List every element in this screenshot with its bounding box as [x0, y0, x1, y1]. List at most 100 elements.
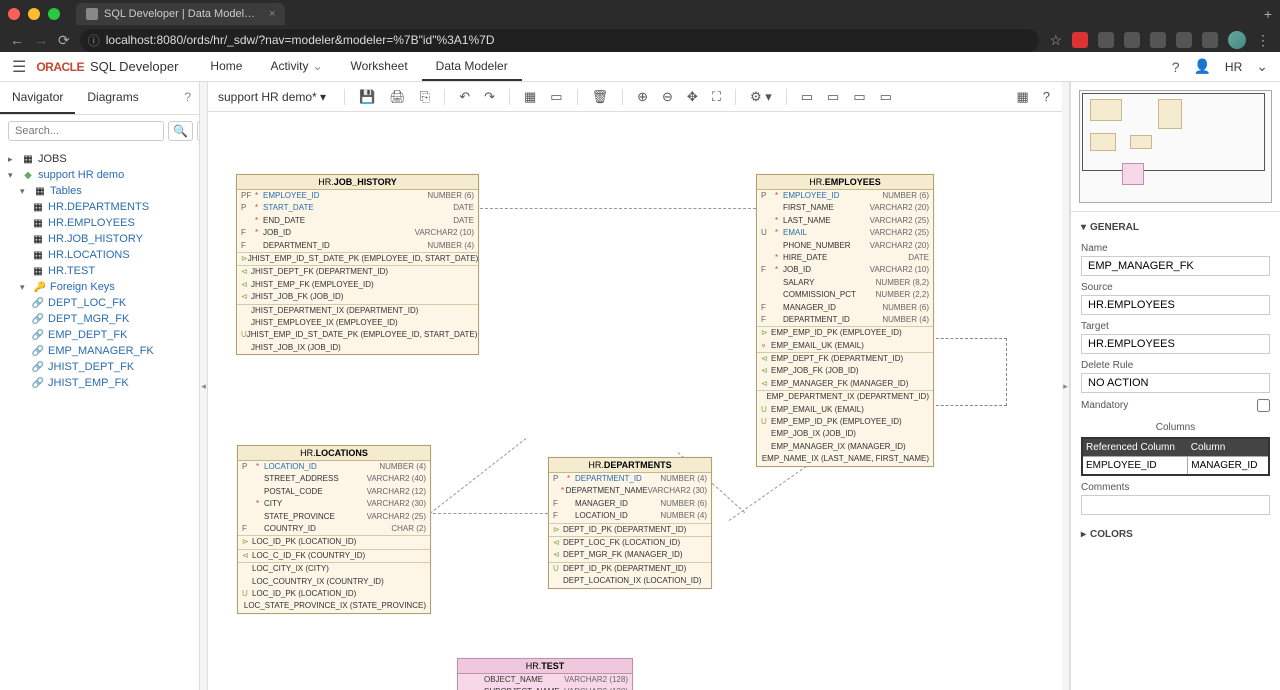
delete-icon[interactable]: 🗑 [590, 87, 611, 107]
entity-index[interactable]: UDEPT_ID_PK (DEPARTMENT_ID) [549, 563, 711, 575]
right-collapse-handle[interactable]: ▸ [1062, 82, 1070, 690]
entity-locations[interactable]: HR.LOCATIONSP*LOCATION_IDNUMBER (4)STREE… [237, 445, 431, 614]
nav-tab-home[interactable]: Home [196, 52, 256, 81]
tree-item-table[interactable]: ▦HR.DEPARTMENTS [8, 199, 191, 215]
entity-constraint[interactable]: ⊳DEPT_ID_PK (DEPARTMENT_ID) [549, 524, 711, 536]
entity-job-history[interactable]: HR.JOB_HISTORYPF*EMPLOYEE_IDNUMBER (6)P*… [236, 174, 479, 355]
export-icon[interactable]: ⎘ [418, 87, 432, 107]
entity-index[interactable]: EMP_JOB_IX (JOB_ID) [757, 428, 933, 440]
browser-menu-icon[interactable]: ⋮ [1256, 32, 1270, 49]
entity-fk[interactable]: ⊲EMP_JOB_FK (JOB_ID) [757, 365, 933, 377]
entity-index[interactable]: LOC_CITY_IX (CITY) [238, 563, 430, 575]
window-close-icon[interactable] [8, 8, 20, 20]
panel-help-icon[interactable]: ? [176, 82, 199, 114]
ddl-icon2[interactable]: ▭ [825, 87, 841, 107]
site-info-icon[interactable]: ⓘ [88, 32, 100, 49]
entity-index[interactable]: LOC_COUNTRY_IX (COUNTRY_ID) [238, 576, 430, 588]
tree-item-table[interactable]: ▦HR.LOCATIONS [8, 247, 191, 263]
new-tab-icon[interactable]: + [1264, 6, 1272, 22]
entity-fk[interactable]: ⊲JHIST_EMP_FK (EMPLOYEE_ID) [237, 279, 478, 291]
entity-fk[interactable]: ⊲JHIST_DEPT_FK (DEPARTMENT_ID) [237, 266, 478, 278]
window-maximize-icon[interactable] [48, 8, 60, 20]
diagram-name[interactable]: support HR demo* ▾ [218, 90, 332, 104]
entity-column[interactable]: SUBOBJECT_NAMEVARCHAR2 (128) [458, 686, 632, 690]
tree-item-fk[interactable]: 🔗EMP_MANAGER_FK [8, 343, 191, 359]
save-icon[interactable]: 💾 [357, 87, 377, 107]
user-menu-chevron-icon[interactable]: ⌄ [1256, 58, 1268, 75]
connector[interactable] [480, 208, 756, 209]
tree-item-fk[interactable]: 🔗JHIST_EMP_FK [8, 375, 191, 391]
entity-fk[interactable]: ⊲EMP_DEPT_FK (DEPARTMENT_ID) [757, 353, 933, 365]
zoom-in-icon[interactable]: ⊕ [635, 87, 650, 107]
entity-index[interactable]: JHIST_EMPLOYEE_IX (EMPLOYEE_ID) [237, 317, 478, 329]
pan-icon[interactable]: ✥ [685, 87, 700, 107]
left-collapse-handle[interactable]: ◂ [200, 82, 208, 690]
entity-column[interactable]: STREET_ADDRESSVARCHAR2 (40) [238, 473, 430, 485]
redo-icon[interactable]: ↷ [482, 87, 497, 107]
entity-fk[interactable]: ⊲JHIST_JOB_FK (JOB_ID) [237, 291, 478, 303]
entity-index[interactable]: UEMP_EMP_ID_PK (EMPLOYEE_ID) [757, 416, 933, 428]
entity-fk[interactable]: ⊲DEPT_LOC_FK (LOCATION_ID) [549, 537, 711, 549]
entity-constraint[interactable]: ⋄EMP_EMAIL_UK (EMAIL) [757, 340, 933, 352]
tree-item-table[interactable]: ▦HR.EMPLOYEES [8, 215, 191, 231]
search-input[interactable] [8, 121, 164, 141]
entity-index[interactable]: LOC_STATE_PROVINCE_IX (STATE_PROVINCE) [238, 600, 430, 612]
ddl-icon[interactable]: ▭ [799, 87, 815, 107]
entity-index[interactable]: UEMP_EMAIL_UK (EMAIL) [757, 404, 933, 416]
connector[interactable] [433, 513, 553, 514]
entity-constraint[interactable]: ⊳LOC_ID_PK (LOCATION_ID) [238, 536, 430, 548]
entity-column[interactable]: *LAST_NAMEVARCHAR2 (25) [757, 215, 933, 227]
prop-input-comments[interactable] [1081, 495, 1270, 515]
window-minimize-icon[interactable] [28, 8, 40, 20]
entity-column[interactable]: U*EMAILVARCHAR2 (25) [757, 227, 933, 239]
tree-item-fk[interactable]: 🔗DEPT_LOC_FK [8, 295, 191, 311]
prop-checkbox-mandatory[interactable] [1257, 399, 1270, 412]
section-colors[interactable]: ▸ COLORS [1081, 525, 1270, 544]
profile-avatar-icon[interactable] [1228, 31, 1246, 49]
entity-test[interactable]: HR.TESTOBJECT_NAMEVARCHAR2 (128)SUBOBJEC… [457, 658, 633, 690]
back-icon[interactable]: ← [10, 32, 24, 48]
extension-icon[interactable] [1150, 32, 1166, 48]
entity-column[interactable]: FCOUNTRY_IDCHAR (2) [238, 523, 430, 535]
minimap[interactable] [1071, 82, 1280, 212]
entity-departments[interactable]: HR.DEPARTMENTSP*DEPARTMENT_IDNUMBER (4)*… [548, 457, 712, 589]
tree-item-table[interactable]: ▦HR.JOB_HISTORY [8, 231, 191, 247]
prop-input-delete-rule[interactable] [1081, 373, 1270, 393]
user-name[interactable]: HR [1225, 60, 1242, 74]
extension-icon[interactable] [1176, 32, 1192, 48]
print-icon[interactable]: 🖨 [387, 87, 408, 107]
entity-fk[interactable]: ⊲LOC_C_ID_FK (COUNTRY_ID) [238, 550, 430, 562]
prop-input-name[interactable] [1081, 256, 1270, 276]
prop-input-target[interactable] [1081, 334, 1270, 354]
entity-index[interactable]: EMP_NAME_IX (LAST_NAME, FIRST_NAME) [757, 453, 933, 465]
entity-column[interactable]: *END_DATEDATE [237, 215, 478, 227]
entity-employees[interactable]: HR.EMPLOYEESP*EMPLOYEE_IDNUMBER (6)FIRST… [756, 174, 934, 467]
extension-icon[interactable] [1098, 32, 1114, 48]
extension-icon[interactable] [1072, 32, 1088, 48]
entity-column[interactable]: COMMISSION_PCTNUMBER (2,2) [757, 289, 933, 301]
add-fk-icon[interactable]: ▭ [548, 87, 564, 107]
reload-icon[interactable]: ⟳ [58, 32, 70, 49]
entity-column[interactable]: FMANAGER_IDNUMBER (6) [549, 498, 711, 510]
tree-item-jobs[interactable]: ▸▦JOBS [8, 151, 191, 167]
url-field[interactable]: ⓘ localhost:8080/ords/hr/_sdw/?nav=model… [80, 29, 1040, 52]
tab-close-icon[interactable]: × [269, 8, 275, 20]
entity-column[interactable]: P*DEPARTMENT_IDNUMBER (4) [549, 473, 711, 485]
entity-fk[interactable]: ⊲DEPT_MGR_FK (MANAGER_ID) [549, 549, 711, 561]
entity-index[interactable]: JHIST_JOB_IX (JOB_ID) [237, 342, 478, 354]
entity-index[interactable]: DEPT_LOCATION_IX (LOCATION_ID) [549, 575, 711, 587]
add-table-icon[interactable]: ▦ [522, 87, 538, 107]
entity-column[interactable]: FDEPARTMENT_IDNUMBER (4) [237, 240, 478, 252]
entity-column[interactable]: PF*EMPLOYEE_IDNUMBER (6) [237, 190, 478, 202]
entity-column[interactable]: FIRST_NAMEVARCHAR2 (20) [757, 202, 933, 214]
undo-icon[interactable]: ↶ [457, 87, 472, 107]
nav-tab-activity[interactable]: Activity ⌄ [256, 52, 336, 81]
entity-column[interactable]: SALARYNUMBER (8,2) [757, 277, 933, 289]
entity-column[interactable]: F*JOB_IDVARCHAR2 (10) [757, 264, 933, 276]
entity-column[interactable]: *HIRE_DATEDATE [757, 252, 933, 264]
panel-tab-navigator[interactable]: Navigator [0, 82, 75, 114]
tree-item-project[interactable]: ▾◆support HR demo [8, 167, 191, 183]
search-icon[interactable]: 🔍 [168, 121, 193, 141]
minimap-toggle-icon[interactable]: ▦ [1014, 87, 1030, 107]
entity-column[interactable]: OBJECT_NAMEVARCHAR2 (128) [458, 674, 632, 686]
